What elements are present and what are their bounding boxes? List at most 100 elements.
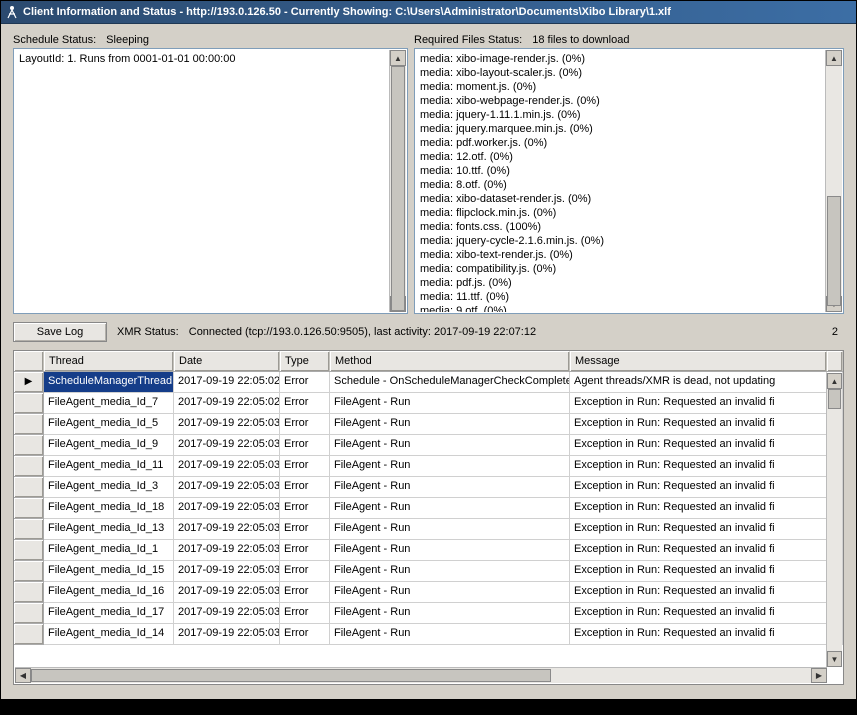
grid-body[interactable]: ▶ScheduleManagerThread2017-09-19 22:05:0… [14,372,843,684]
row-selector[interactable] [14,498,44,519]
table-row[interactable]: FileAgent_media_Id_72017-09-19 22:05:02E… [14,393,843,414]
cell-type: Error [280,540,330,561]
row-selector[interactable] [14,435,44,456]
table-row[interactable]: FileAgent_media_Id_132017-09-19 22:05:03… [14,519,843,540]
cell-message: Exception in Run: Requested an invalid f… [570,477,827,498]
cell-type: Error [280,519,330,540]
col-type[interactable]: Type [280,351,330,371]
row-selector[interactable] [14,624,44,645]
cell-thread: FileAgent_media_Id_11 [44,456,174,477]
cell-thread: FileAgent_media_Id_16 [44,582,174,603]
col-message[interactable]: Message [570,351,827,371]
table-row[interactable]: FileAgent_media_Id_142017-09-19 22:05:03… [14,624,843,645]
grid-header[interactable]: Thread Date Type Method Message [14,351,843,372]
save-log-button[interactable]: Save Log [13,322,107,342]
row-selector[interactable] [14,582,44,603]
xmr-status-value: Connected (tcp://193.0.126.50:9505), las… [189,326,536,338]
schedule-box[interactable]: LayoutId: 1. Runs from 0001-01-01 00:00:… [13,48,408,314]
cell-date: 2017-09-19 22:05:02 [174,372,280,393]
cell-date: 2017-09-19 22:05:02 [174,393,280,414]
cell-date: 2017-09-19 22:05:03 [174,435,280,456]
cell-type: Error [280,498,330,519]
scroll-thumb[interactable] [827,196,841,306]
cell-message: Exception in Run: Requested an invalid f… [570,414,827,435]
row-selector-header[interactable] [14,351,44,371]
table-row[interactable]: FileAgent_media_Id_92017-09-19 22:05:03E… [14,435,843,456]
table-row[interactable]: FileAgent_media_Id_52017-09-19 22:05:03E… [14,414,843,435]
cell-date: 2017-09-19 22:05:03 [174,519,280,540]
scroll-thumb[interactable] [391,66,405,311]
scroll-right-icon[interactable]: ▶ [811,668,827,683]
cell-thread: FileAgent_media_Id_18 [44,498,174,519]
required-files-scrollbar[interactable]: ▲ ▼ [825,50,842,312]
grid-horizontal-scrollbar[interactable]: ◀ ▶ [15,667,827,683]
row-selector[interactable] [14,561,44,582]
log-grid[interactable]: Thread Date Type Method Message ▶Schedul… [13,350,844,685]
cell-message: Exception in Run: Requested an invalid f… [570,393,827,414]
action-row: Save Log XMR Status: Connected (tcp://19… [13,322,844,342]
cell-message: Exception in Run: Requested an invalid f… [570,603,827,624]
table-row[interactable]: FileAgent_media_Id_32017-09-19 22:05:03E… [14,477,843,498]
xmr-count: 2 [832,326,844,338]
cell-type: Error [280,582,330,603]
titlebar[interactable]: Client Information and Status - http://1… [1,1,856,24]
cell-message: Exception in Run: Requested an invalid f… [570,498,827,519]
col-date[interactable]: Date [174,351,280,371]
table-row[interactable]: FileAgent_media_Id_172017-09-19 22:05:03… [14,603,843,624]
cell-type: Error [280,372,330,393]
col-thread[interactable]: Thread [44,351,174,371]
cell-message: Exception in Run: Requested an invalid f… [570,456,827,477]
required-files-label: Required Files Status: [414,34,522,46]
cell-type: Error [280,393,330,414]
window-title: Client Information and Status - http://1… [23,6,671,18]
cell-thread: FileAgent_media_Id_14 [44,624,174,645]
cell-method: FileAgent - Run [330,477,570,498]
cell-date: 2017-09-19 22:05:03 [174,540,280,561]
cell-method: FileAgent - Run [330,414,570,435]
cell-method: FileAgent - Run [330,393,570,414]
row-selector[interactable] [14,603,44,624]
scroll-up-icon[interactable]: ▲ [827,373,842,389]
cell-message: Exception in Run: Requested an invalid f… [570,519,827,540]
scroll-left-icon[interactable]: ◀ [15,668,31,683]
grid-vertical-scrollbar[interactable]: ▲ ▼ [826,373,842,667]
cell-method: FileAgent - Run [330,435,570,456]
row-selector[interactable] [14,519,44,540]
content-area: Schedule Status: Sleeping LayoutId: 1. R… [1,24,856,699]
cell-message: Exception in Run: Requested an invalid f… [570,540,827,561]
row-selector[interactable] [14,477,44,498]
table-row[interactable]: ▶ScheduleManagerThread2017-09-19 22:05:0… [14,372,843,393]
app-icon [5,5,19,19]
cell-method: FileAgent - Run [330,624,570,645]
cell-method: FileAgent - Run [330,540,570,561]
cell-type: Error [280,414,330,435]
cell-date: 2017-09-19 22:05:03 [174,561,280,582]
scroll-thumb[interactable] [31,669,551,682]
table-row[interactable]: FileAgent_media_Id_12017-09-19 22:05:03E… [14,540,843,561]
row-selector[interactable]: ▶ [14,372,44,393]
scroll-down-icon[interactable]: ▼ [827,651,842,667]
required-files-box[interactable]: media: xibo-image-render.js. (0%) media:… [414,48,844,314]
cell-thread: FileAgent_media_Id_9 [44,435,174,456]
table-row[interactable]: FileAgent_media_Id_182017-09-19 22:05:03… [14,498,843,519]
required-files-value: 18 files to download [532,34,629,46]
table-row[interactable]: FileAgent_media_Id_112017-09-19 22:05:03… [14,456,843,477]
cell-message: Exception in Run: Requested an invalid f… [570,582,827,603]
row-selector[interactable] [14,456,44,477]
cell-method: FileAgent - Run [330,519,570,540]
cell-message: Exception in Run: Requested an invalid f… [570,624,827,645]
cell-date: 2017-09-19 22:05:03 [174,624,280,645]
table-row[interactable]: FileAgent_media_Id_152017-09-19 22:05:03… [14,561,843,582]
scroll-up-icon[interactable]: ▲ [826,50,842,66]
row-selector[interactable] [14,540,44,561]
cell-type: Error [280,624,330,645]
table-row[interactable]: FileAgent_media_Id_162017-09-19 22:05:03… [14,582,843,603]
cell-method: FileAgent - Run [330,582,570,603]
schedule-scrollbar[interactable]: ▲ ▼ [389,50,406,312]
col-method[interactable]: Method [330,351,570,371]
row-selector[interactable] [14,393,44,414]
cell-thread: FileAgent_media_Id_7 [44,393,174,414]
scroll-thumb[interactable] [828,389,841,409]
row-selector[interactable] [14,414,44,435]
scroll-up-icon[interactable]: ▲ [390,50,406,66]
